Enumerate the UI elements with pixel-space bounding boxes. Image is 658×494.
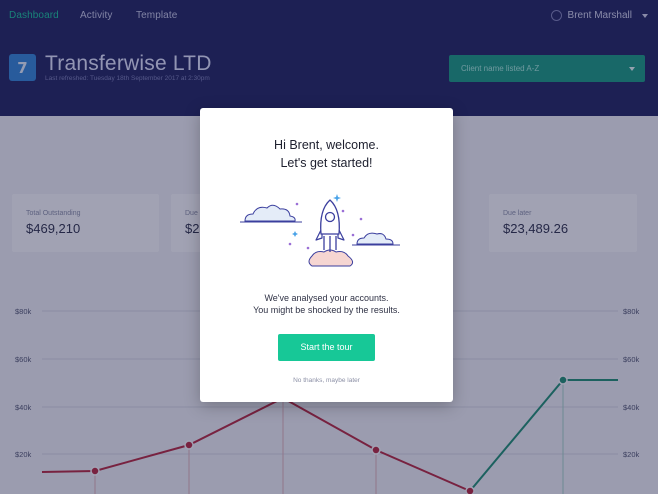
rocket-icon xyxy=(308,199,354,267)
skip-tour-link[interactable]: No thanks, maybe later xyxy=(200,377,453,384)
modal-title-line1: Hi Brent, welcome. xyxy=(274,138,379,152)
cloud-icon xyxy=(352,232,400,246)
start-tour-button[interactable]: Start the tour xyxy=(278,334,375,361)
modal-body-line1: We've analysed your accounts. xyxy=(264,293,389,303)
cloud-icon xyxy=(240,204,302,223)
welcome-modal: Hi Brent, welcome. Let's get started! We… xyxy=(200,108,453,402)
modal-body-line2: You might be shocked by the results. xyxy=(253,305,400,315)
rocket-illustration xyxy=(240,194,400,267)
modal-title-line2: Let's get started! xyxy=(280,156,373,170)
